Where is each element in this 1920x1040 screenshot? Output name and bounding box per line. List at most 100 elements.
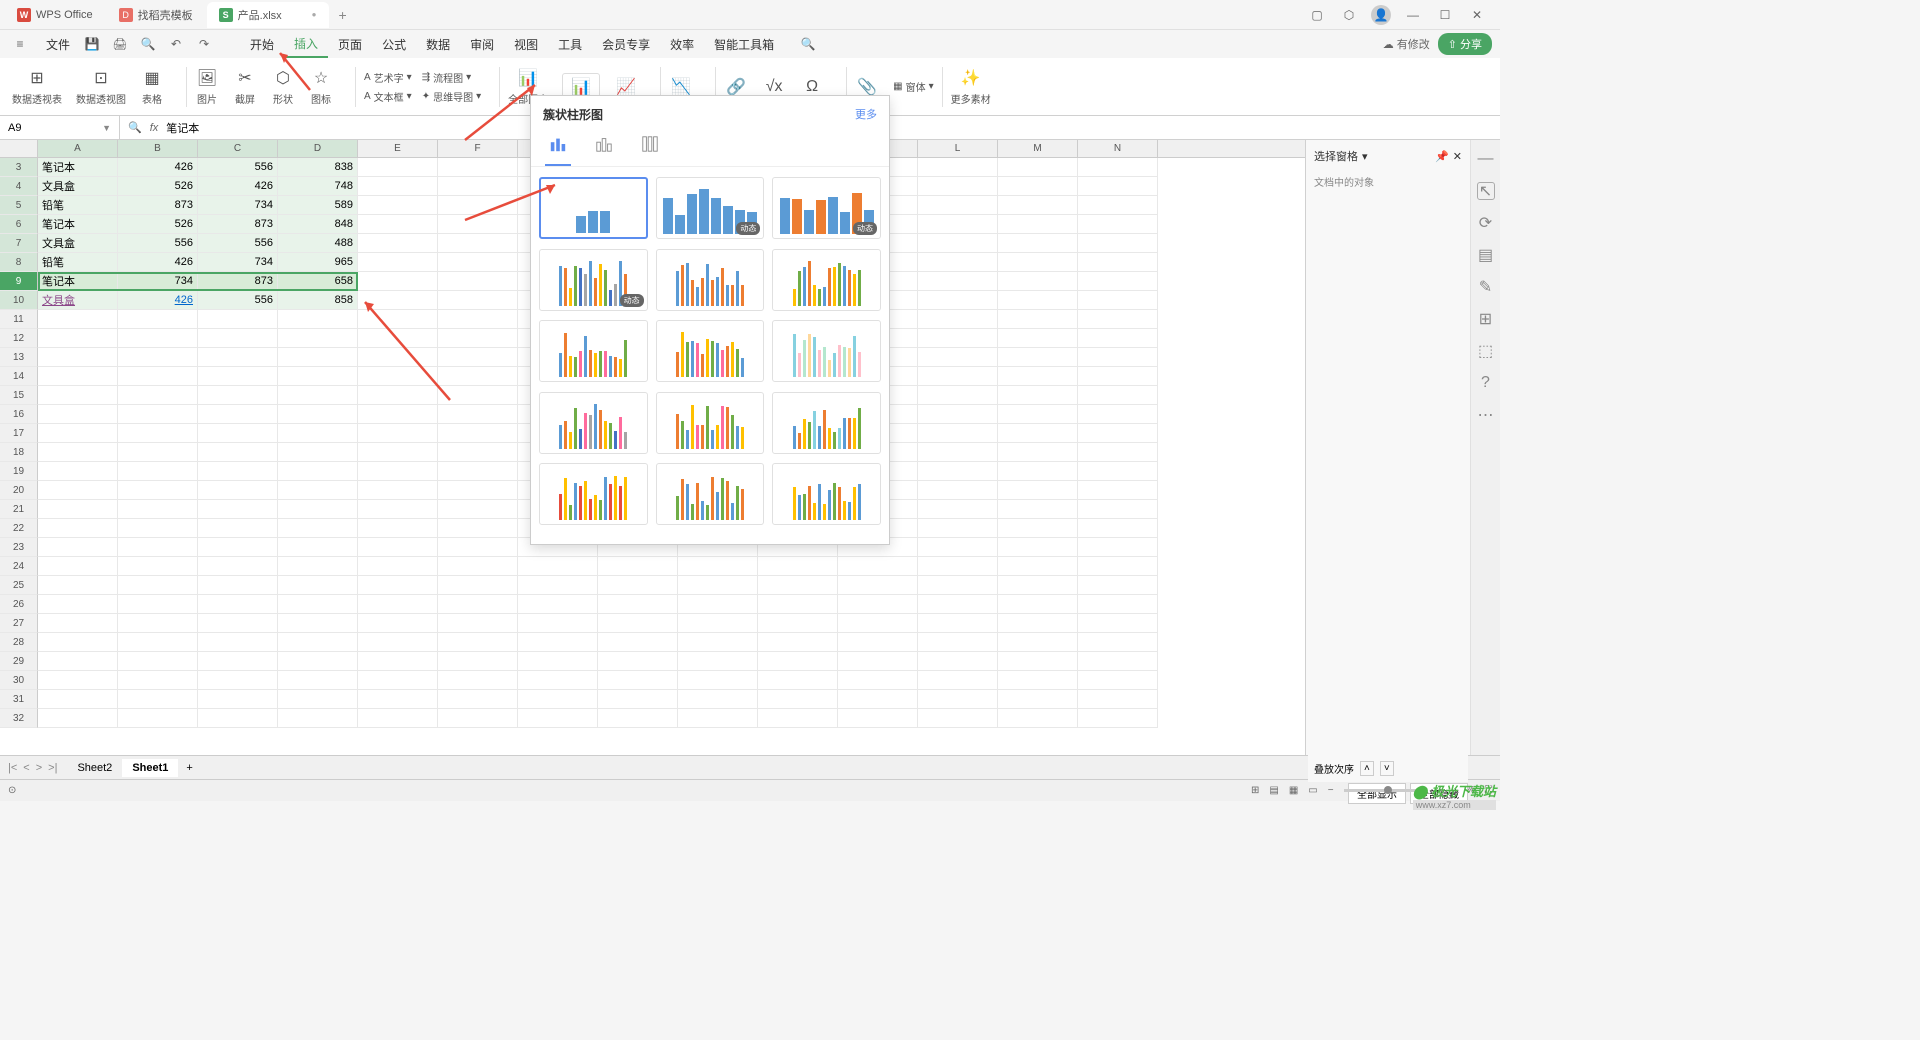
row-header-29[interactable]: 29 (0, 652, 38, 671)
cell-5-2[interactable]: 734 (198, 196, 278, 215)
cell-16-0[interactable] (38, 405, 118, 424)
cell-31-8[interactable] (678, 690, 758, 709)
col-header-D[interactable]: D (278, 140, 358, 157)
chart-thumb-9[interactable] (539, 392, 648, 454)
chart-thumb-6[interactable] (539, 320, 648, 382)
cell-5-1[interactable]: 873 (118, 196, 198, 215)
pin-icon[interactable]: 📌 (1435, 150, 1449, 163)
cell-30-11[interactable] (918, 671, 998, 690)
cube-icon[interactable]: ⬡ (1339, 5, 1359, 25)
col-header-A[interactable]: A (38, 140, 118, 157)
cell-12-3[interactable] (278, 329, 358, 348)
cell-11-12[interactable] (998, 310, 1078, 329)
cell-31-11[interactable] (918, 690, 998, 709)
cell-19-2[interactable] (198, 462, 278, 481)
cell-30-2[interactable] (198, 671, 278, 690)
cell-30-12[interactable] (998, 671, 1078, 690)
cell-10-1[interactable]: 426 (118, 291, 198, 310)
cell-6-4[interactable] (358, 215, 438, 234)
cell-21-4[interactable] (358, 500, 438, 519)
view-normal-icon[interactable]: ⊞ (1251, 785, 1259, 796)
cell-5-11[interactable] (918, 196, 998, 215)
cell-26-8[interactable] (678, 595, 758, 614)
cell-25-7[interactable] (598, 576, 678, 595)
cell-32-7[interactable] (598, 709, 678, 728)
cell-26-10[interactable] (838, 595, 918, 614)
row-header-14[interactable]: 14 (0, 367, 38, 386)
row-header-26[interactable]: 26 (0, 595, 38, 614)
cell-31-7[interactable] (598, 690, 678, 709)
cell-29-4[interactable] (358, 652, 438, 671)
cell-9-0[interactable]: 笔记本 (38, 272, 118, 291)
ruler-icon[interactable]: ⊞ (1477, 310, 1495, 328)
cell-32-0[interactable] (38, 709, 118, 728)
flowchart-button[interactable]: ⇶ 流程图 ▾ (422, 70, 481, 85)
col-header-L[interactable]: L (918, 140, 998, 157)
cell-10-0[interactable]: 文具盒 (38, 291, 118, 310)
cell-3-12[interactable] (998, 158, 1078, 177)
cell-8-2[interactable]: 734 (198, 253, 278, 272)
cell-30-10[interactable] (838, 671, 918, 690)
cell-9-3[interactable]: 658 (278, 272, 358, 291)
cell-18-13[interactable] (1078, 443, 1158, 462)
cell-26-6[interactable] (518, 595, 598, 614)
cell-22-4[interactable] (358, 519, 438, 538)
view-page-icon[interactable]: ▤ (1269, 785, 1278, 796)
maximize-button[interactable]: ☐ (1435, 5, 1455, 25)
row-header-28[interactable]: 28 (0, 633, 38, 652)
cell-24-1[interactable] (118, 557, 198, 576)
cell-11-13[interactable] (1078, 310, 1158, 329)
cell-28-3[interactable] (278, 633, 358, 652)
cell-8-3[interactable]: 965 (278, 253, 358, 272)
help-icon[interactable]: ? (1477, 374, 1495, 392)
cell-19-13[interactable] (1078, 462, 1158, 481)
cell-17-2[interactable] (198, 424, 278, 443)
cell-9-12[interactable] (998, 272, 1078, 291)
menu-10[interactable]: 智能工具箱 (704, 30, 784, 58)
save-icon[interactable]: 💾 (80, 32, 104, 56)
cell-28-13[interactable] (1078, 633, 1158, 652)
cell-29-0[interactable] (38, 652, 118, 671)
cell-14-11[interactable] (918, 367, 998, 386)
cell-17-5[interactable] (438, 424, 518, 443)
chart-thumb-14[interactable] (772, 463, 881, 525)
cell-14-4[interactable] (358, 367, 438, 386)
cell-7-1[interactable]: 556 (118, 234, 198, 253)
cell-7-3[interactable]: 488 (278, 234, 358, 253)
cell-22-3[interactable] (278, 519, 358, 538)
print-icon[interactable]: 🖨 (108, 32, 132, 56)
cell-27-10[interactable] (838, 614, 918, 633)
cell-14-2[interactable] (198, 367, 278, 386)
cell-26-1[interactable] (118, 595, 198, 614)
cell-24-6[interactable] (518, 557, 598, 576)
cell-22-0[interactable] (38, 519, 118, 538)
cell-17-11[interactable] (918, 424, 998, 443)
cell-26-13[interactable] (1078, 595, 1158, 614)
cell-29-7[interactable] (598, 652, 678, 671)
cell-3-0[interactable]: 笔记本 (38, 158, 118, 177)
cell-29-11[interactable] (918, 652, 998, 671)
undo-icon[interactable]: ↶ (164, 32, 188, 56)
menu-toggle-icon[interactable]: ≡ (8, 32, 32, 56)
cell-24-2[interactable] (198, 557, 278, 576)
cell-25-2[interactable] (198, 576, 278, 595)
ribbon-数据透视表[interactable]: ⊞数据透视表 (12, 67, 62, 107)
avatar-icon[interactable]: 👤 (1371, 5, 1391, 25)
cell-6-1[interactable]: 526 (118, 215, 198, 234)
cell-17-4[interactable] (358, 424, 438, 443)
cell-3-3[interactable]: 838 (278, 158, 358, 177)
ribbon-数据透视图[interactable]: ⊡数据透视图 (76, 67, 126, 107)
cell-11-2[interactable] (198, 310, 278, 329)
cell-18-2[interactable] (198, 443, 278, 462)
ribbon-图标[interactable]: ☆图标 (309, 67, 333, 107)
file-menu[interactable]: 文件 (36, 30, 80, 58)
view-read-icon[interactable]: ▭ (1308, 785, 1317, 796)
row-header-31[interactable]: 31 (0, 690, 38, 709)
cell-8-5[interactable] (438, 253, 518, 272)
cell-7-4[interactable] (358, 234, 438, 253)
cell-10-4[interactable] (358, 291, 438, 310)
cell-18-3[interactable] (278, 443, 358, 462)
cell-15-2[interactable] (198, 386, 278, 405)
cell-3-1[interactable]: 426 (118, 158, 198, 177)
cell-15-12[interactable] (998, 386, 1078, 405)
